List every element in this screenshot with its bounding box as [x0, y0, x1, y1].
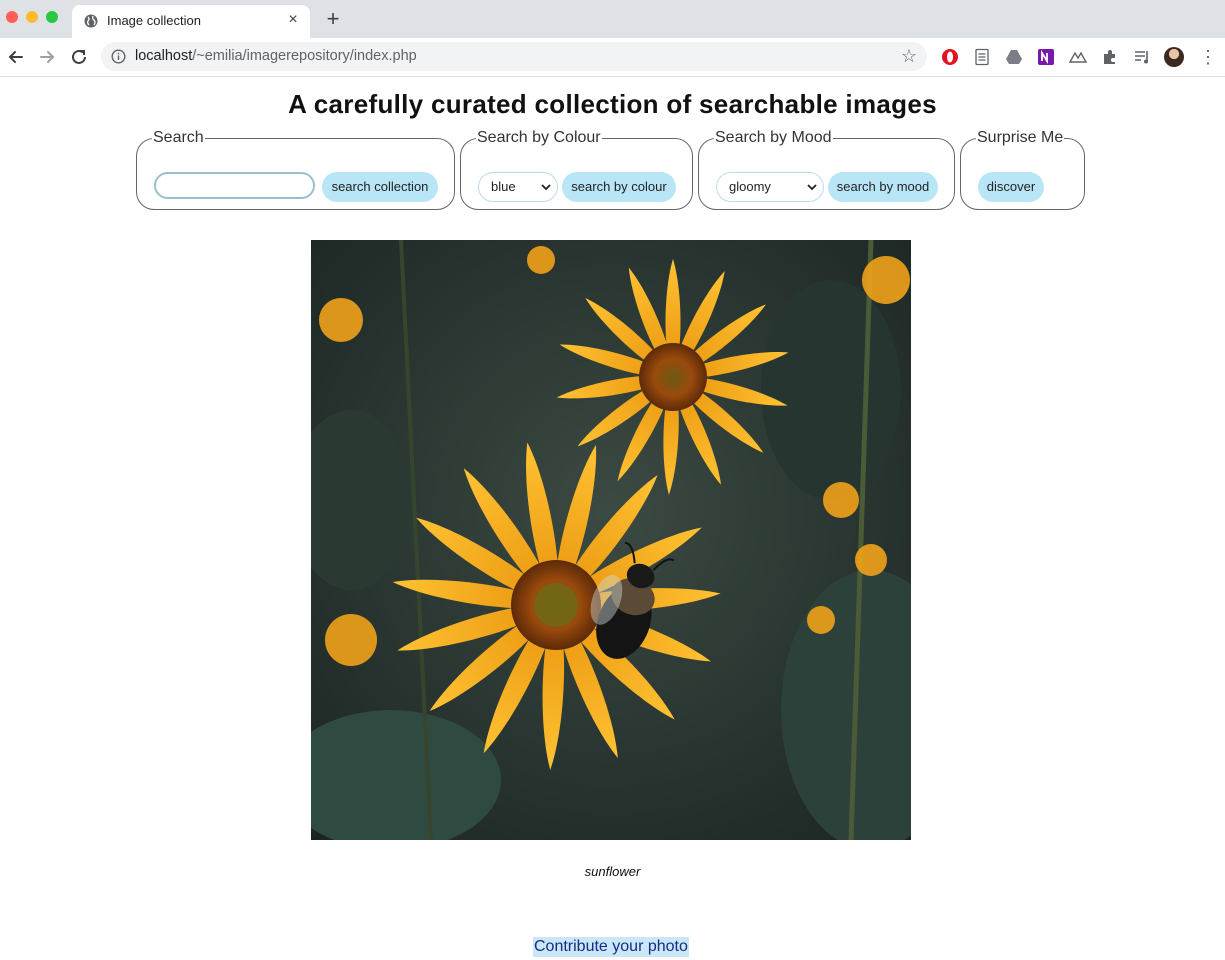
tab-strip: Image collection × + [0, 0, 1225, 38]
forward-arrow-icon[interactable] [36, 46, 58, 68]
page-icon[interactable] [973, 48, 991, 66]
image-caption: sunflower [584, 864, 641, 879]
search-input[interactable] [154, 172, 315, 199]
reading-list-icon[interactable] [1133, 48, 1151, 66]
page-title: A carefully curated collection of search… [288, 89, 937, 119]
puzzle-extension-icon[interactable] [1101, 48, 1119, 66]
window-close-button[interactable] [6, 11, 18, 23]
search-collection-button[interactable]: search collection [322, 172, 438, 202]
chevron-down-icon [541, 184, 551, 191]
tab-close-icon[interactable]: × [284, 11, 302, 29]
colour-legend: Search by Colour [476, 128, 602, 148]
tab-title: Image collection [107, 13, 201, 28]
mood-select[interactable]: gloomy [716, 172, 824, 202]
search-by-mood-button[interactable]: search by mood [828, 172, 938, 202]
url-path: /~emilia/imagerepository/index.php [192, 48, 417, 64]
address-bar[interactable]: localhost/~emilia/imagerepository/index.… [101, 42, 927, 71]
mood-fieldset: Search by Mood gloomy search by mood [698, 128, 955, 210]
url-text[interactable]: localhost/~emilia/imagerepository/index.… [135, 48, 417, 64]
back-arrow-icon[interactable] [5, 46, 27, 68]
new-tab-button[interactable]: + [322, 8, 344, 30]
contribute-photo-link[interactable]: Contribute your photo [533, 937, 689, 957]
info-icon[interactable] [111, 49, 126, 64]
mood-select-value: gloomy [729, 179, 771, 194]
profile-avatar[interactable] [1164, 47, 1184, 67]
discover-button[interactable]: discover [978, 172, 1044, 202]
drive-icon[interactable] [1005, 48, 1023, 66]
bookmark-star-icon[interactable]: ☆ [899, 46, 919, 66]
window-maximize-button[interactable] [46, 11, 58, 23]
colour-select[interactable]: blue [478, 172, 558, 202]
chevron-down-icon [807, 184, 817, 191]
search-legend: Search [152, 128, 205, 148]
search-fieldset: Search search collection [136, 128, 455, 210]
reload-icon[interactable] [68, 46, 90, 68]
colour-fieldset: Search by Colour blue search by colour [460, 128, 693, 210]
window-minimize-button[interactable] [26, 11, 38, 23]
sunflower-image [311, 240, 911, 840]
sunflower-photo [311, 240, 911, 840]
url-host: localhost [135, 48, 193, 64]
onenote-icon[interactable] [1037, 48, 1055, 66]
globe-icon [84, 14, 98, 28]
kebab-menu-icon[interactable]: ⋮ [1199, 47, 1217, 67]
opera-icon[interactable] [941, 48, 959, 66]
browser-toolbar: localhost/~emilia/imagerepository/index.… [0, 38, 1225, 77]
browser-tab[interactable]: Image collection × [72, 5, 310, 38]
colour-select-value: blue [491, 179, 516, 194]
mood-legend: Search by Mood [714, 128, 833, 148]
surprise-fieldset: Surprise Me discover [960, 128, 1085, 210]
surprise-legend: Surprise Me [976, 128, 1065, 148]
search-by-colour-button[interactable]: search by colour [562, 172, 676, 202]
mountain-icon[interactable] [1069, 48, 1087, 66]
